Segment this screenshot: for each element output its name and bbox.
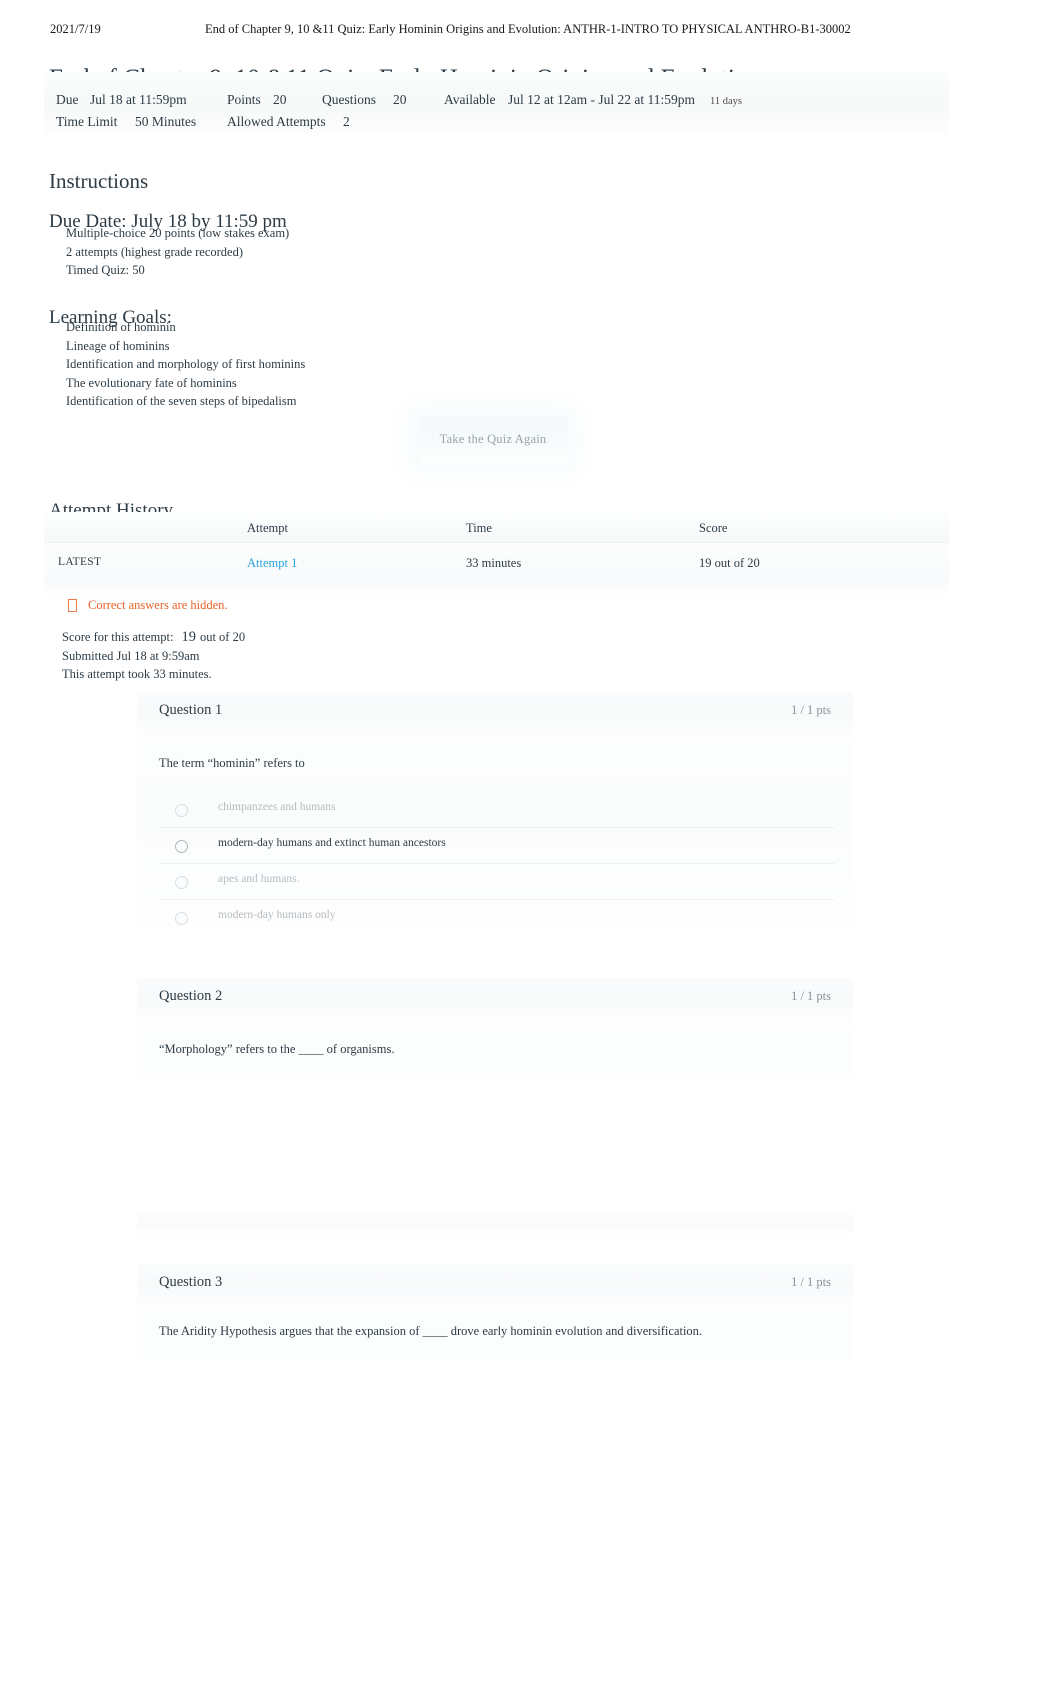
question-1-header-card: Question 1 1 / 1 pts — [137, 692, 853, 737]
radio-icon[interactable] — [175, 804, 188, 817]
question-3-body-card: The Aridity Hypothesis argues that the e… — [137, 1310, 853, 1360]
quiz-results-page: 2021/7/19 End of Chapter 9, 10 &11 Quiz:… — [0, 0, 1062, 1687]
radio-icon[interactable] — [175, 876, 188, 889]
attempt-history-table: Attempt Time Score LATEST Attempt 1 33 m… — [44, 512, 949, 597]
list-item: Timed Quiz: 50 — [66, 263, 145, 277]
score-label: Score for this attempt: — [62, 630, 174, 644]
time-limit-label: Time Limit — [56, 114, 118, 129]
print-header: 2021/7/19 End of Chapter 9, 10 &11 Quiz:… — [0, 22, 1062, 38]
question-2-body-card: “Morphology” refers to the ____ of organ… — [137, 1026, 853, 1078]
take-quiz-again-button[interactable]: Take the Quiz Again — [418, 416, 568, 463]
print-date: 2021/7/19 — [50, 22, 101, 36]
duration-line: This attempt took 33 minutes. — [62, 667, 212, 681]
answer-label: modern-day humans and extinct human ance… — [218, 837, 446, 849]
points-label: Points — [227, 92, 261, 107]
due-value: Jul 18 at 11:59pm — [90, 92, 187, 107]
questions-value: 20 — [393, 92, 407, 107]
list-item: Multiple-choice 20 points (low stakes ex… — [66, 226, 290, 240]
question-title: Question 3 — [159, 1274, 223, 1290]
list-item: 2 attempts (highest grade recorded) — [66, 244, 244, 259]
submitted-line: Submitted Jul 18 at 9:59am — [62, 648, 200, 663]
column-header-time: Time — [466, 521, 492, 535]
table-header-row: Attempt Time Score — [44, 512, 949, 542]
print-header-title: End of Chapter 9, 10 &11 Quiz: Early Hom… — [205, 22, 851, 36]
list-item: Definition of hominin — [66, 320, 176, 334]
question-3-header: Question 3 1 / 1 pts — [137, 1264, 853, 1302]
instructions-heading: Instructions — [49, 169, 149, 194]
attempt-summary: Score for this attempt: 19 out of 20 Submi… — [62, 628, 245, 684]
question-title: Question 2 — [159, 988, 223, 1004]
question-2-header-card: Question 2 1 / 1 pts — [137, 978, 853, 1024]
column-header-score: Score — [699, 521, 728, 535]
question-text: The Aridity Hypothesis argues that the e… — [159, 1324, 703, 1338]
list-item: The evolutionary fate of hominins — [66, 375, 237, 390]
question-1-answers: chimpanzees and humans modern-day humans… — [159, 792, 835, 935]
question-title: Question 1 — [159, 702, 223, 718]
score-value: 19 — [181, 629, 196, 645]
question-points: 1 / 1 pts — [791, 703, 831, 717]
quiz-meta-bar: Due Jul 18 at 11:59pm Points 20 Question… — [44, 72, 949, 134]
column-header-attempt: Attempt — [247, 521, 288, 535]
answer-label: apes and humans. — [218, 873, 300, 885]
points-value: 20 — [273, 92, 287, 107]
score-suffix: out of 20 — [199, 630, 246, 644]
radio-icon[interactable] — [175, 840, 188, 853]
question-1-header: Question 1 1 / 1 pts — [137, 692, 853, 730]
table-footer-band — [44, 583, 949, 597]
question-points: 1 / 1 pts — [791, 1275, 831, 1289]
list-item: Identification of the seven steps of bip… — [66, 394, 297, 408]
question-text: “Morphology” refers to the ____ of organ… — [159, 1042, 395, 1056]
available-duration: 11 days — [710, 96, 742, 107]
correct-answers-hidden-notice: Correct answers are hidden. — [68, 598, 228, 613]
time-limit-value: 50 Minutes — [135, 114, 197, 129]
available-value: Jul 12 at 12am - Jul 22 at 11:59pm — [508, 92, 695, 107]
answer-option[interactable]: modern-day humans only — [159, 900, 835, 935]
question-2-header: Question 2 1 / 1 pts — [137, 978, 853, 1016]
allowed-attempts-value: 2 — [343, 114, 350, 129]
allowed-attempts-label: Allowed Attempts — [227, 114, 326, 129]
question-points: 1 / 1 pts — [791, 989, 831, 1003]
question-3-header-card: Question 3 1 / 1 pts — [137, 1264, 853, 1310]
due-label: Due — [56, 92, 79, 107]
attempt-score: 19 out of 20 — [699, 556, 760, 570]
answer-label: modern-day humans only — [218, 909, 336, 921]
attempt-time: 33 minutes — [466, 556, 522, 570]
question-1-body-card: The term “hominin” refers to chimpanzees… — [137, 740, 853, 930]
questions-label: Questions — [322, 92, 376, 107]
latest-badge: LATEST — [58, 556, 102, 568]
answer-option[interactable]: apes and humans. — [159, 864, 835, 900]
table-row: LATEST Attempt 1 33 minutes 19 out of 20 — [44, 542, 949, 583]
attempt-link[interactable]: Attempt 1 — [247, 556, 297, 571]
answer-label: chimpanzees and humans — [218, 801, 336, 813]
question-text: The term “hominin” refers to — [159, 756, 305, 770]
list-item: Lineage of hominins — [66, 338, 170, 353]
score-for-attempt-line: Score for this attempt: 19 out of 20 — [62, 628, 245, 647]
notice-text: Correct answers are hidden. — [88, 598, 228, 612]
list-item: Identification and morphology of first h… — [66, 357, 306, 371]
instructions-list: Multiple-choice 20 points (low stakes ex… — [66, 224, 289, 280]
answer-option[interactable]: chimpanzees and humans — [159, 792, 835, 828]
learning-goals-list: Definition of hominin Lineage of hominin… — [66, 318, 305, 411]
available-label: Available — [444, 92, 496, 107]
answer-option-selected[interactable]: modern-day humans and extinct human ance… — [159, 828, 835, 864]
radio-icon[interactable] — [175, 912, 188, 925]
warning-icon — [68, 599, 77, 612]
separator-band — [137, 1214, 853, 1236]
